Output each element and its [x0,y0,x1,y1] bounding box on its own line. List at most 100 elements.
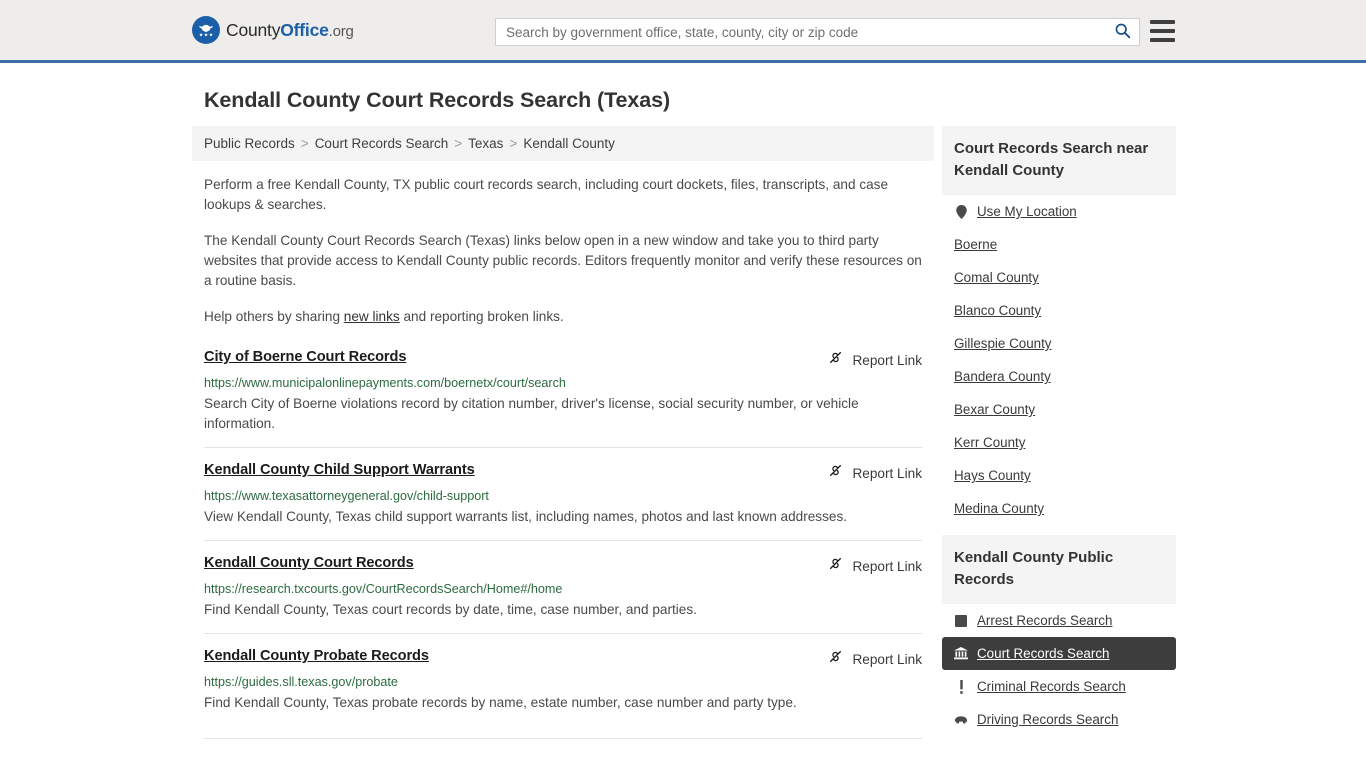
hamburger-bar [1150,38,1175,42]
result-item: Kendall County Probate Records Report Li… [204,633,922,726]
sidebar-link-label[interactable]: Use My Location [977,204,1077,219]
result-item: Kendall County Child Support Warrants Re… [204,447,922,540]
report-link-label: Report Link [852,651,922,667]
result-description: Find Kendall County, Texas probate recor… [204,695,797,710]
result-url: https://guides.sll.texas.gov/probate [204,675,398,689]
exclamation-icon [954,679,968,694]
nearby-search-box: Court Records Search near Kendall County… [942,126,1176,525]
broken-link-icon [828,350,843,370]
sidebar-link-label[interactable]: Medina County [954,501,1044,516]
result-item: City of Boerne Court Records Report Link… [204,343,922,447]
report-link-button[interactable]: Report Link [828,555,922,576]
sidebar: Court Records Search near Kendall County… [942,126,1176,746]
sidebar-link-label[interactable]: Boerne [954,237,997,252]
sidebar-item-bexar-county[interactable]: Bexar County [942,393,1176,426]
report-link-button[interactable]: Report Link [828,648,922,669]
result-url: https://research.txcourts.gov/CourtRecor… [204,582,563,596]
content-columns: Public Records > Court Records Search > … [192,126,1366,746]
sidebar-item-blanco-county[interactable]: Blanco County [942,294,1176,327]
search-icon [1114,22,1131,42]
result-title-link[interactable]: City of Boerne Court Records [204,349,406,365]
intro-text-before-link: Help others by sharing [204,309,344,324]
report-link-button[interactable]: Report Link [828,349,922,370]
intro-paragraph-1: Perform a free Kendall County, TX public… [204,177,889,212]
hamburger-bar [1150,29,1175,33]
search-input[interactable] [496,24,1105,40]
intro-paragraph-2: The Kendall County Court Records Search … [204,233,922,288]
breadcrumb-item-texas[interactable]: Texas [468,136,503,151]
result-url: https://www.texasattorneygeneral.gov/chi… [204,489,489,503]
result-description: Search City of Boerne violations record … [204,396,859,431]
result-header: Kendall County Court Records Report Link [204,555,922,576]
result-description: View Kendall County, Texas child support… [204,509,848,524]
sidebar-link-label[interactable]: Hays County [954,468,1031,483]
breadcrumb-item-kendall-county[interactable]: Kendall County [523,136,615,151]
nearby-search-list: Use My Location Boerne Comal County Blan… [942,195,1176,525]
breadcrumb: Public Records > Court Records Search > … [192,126,934,161]
sidebar-item-boerne[interactable]: Boerne [942,228,1176,261]
intro-paragraph-3: Help others by sharing new links and rep… [204,307,922,327]
result-header: Kendall County Child Support Warrants Re… [204,462,922,483]
logo-text-tld: .org [328,22,354,40]
sidebar-item-gillespie-county[interactable]: Gillespie County [942,327,1176,360]
car-icon [954,713,968,727]
sidebar-item-kerr-county[interactable]: Kerr County [942,426,1176,459]
broken-link-icon [828,463,843,483]
result-title-link[interactable]: Kendall County Court Records [204,555,414,571]
location-pin-icon [954,204,968,219]
sidebar-link-label[interactable]: Bandera County [954,369,1051,384]
search-bar[interactable] [495,18,1140,46]
courthouse-icon [954,647,968,661]
nearby-search-title: Court Records Search near Kendall County [942,126,1176,195]
sidebar-item-arrest-records-search[interactable]: Arrest Records Search [942,604,1176,637]
breadcrumb-item-public-records[interactable]: Public Records [204,136,295,151]
result-header: Kendall County Probate Records Report Li… [204,648,922,669]
result-title-link[interactable]: Kendall County Probate Records [204,648,429,664]
new-links-link[interactable]: new links [344,309,400,324]
sidebar-item-court-records-search[interactable]: Court Records Search [942,637,1176,670]
sidebar-link-label[interactable]: Criminal Records Search [977,679,1126,694]
breadcrumb-separator: > [454,136,463,151]
site-logo[interactable]: CountyOffice.org [192,16,354,44]
sidebar-item-driving-records-search[interactable]: Driving Records Search [942,703,1176,736]
result-item: Kendall County Court Records Report Link [204,540,922,633]
results-bottom-divider [204,738,922,739]
result-description: Find Kendall County, Texas court records… [204,602,697,617]
result-url: https://www.municipalonlinepayments.com/… [204,376,566,390]
sidebar-link-label[interactable]: Comal County [954,270,1039,285]
page-title: Kendall County Court Records Search (Tex… [204,88,671,112]
search-submit-button[interactable] [1105,19,1139,45]
sidebar-item-criminal-records-search[interactable]: Criminal Records Search [942,670,1176,703]
broken-link-icon [828,556,843,576]
sidebar-item-use-my-location[interactable]: Use My Location [942,195,1176,228]
hamburger-menu-icon[interactable] [1150,20,1175,42]
public-records-box: Kendall County Public Records Arrest Rec… [942,535,1176,736]
public-records-list: Arrest Records Search Court Records Sear… [942,604,1176,736]
logo-wordmark: CountyOffice.org [226,20,354,41]
sidebar-item-hays-county[interactable]: Hays County [942,459,1176,492]
sidebar-item-bandera-county[interactable]: Bandera County [942,360,1176,393]
logo-text-office: Office [280,19,329,40]
breadcrumb-item-court-records-search[interactable]: Court Records Search [315,136,449,151]
sidebar-link-label[interactable]: Arrest Records Search [977,613,1112,628]
report-link-button[interactable]: Report Link [828,462,922,483]
sidebar-link-label[interactable]: Blanco County [954,303,1041,318]
breadcrumb-separator: > [509,136,518,151]
sidebar-link-label[interactable]: Court Records Search [977,646,1109,661]
report-link-label: Report Link [852,352,922,368]
result-title-link[interactable]: Kendall County Child Support Warrants [204,462,475,478]
sidebar-item-comal-county[interactable]: Comal County [942,261,1176,294]
sidebar-link-label[interactable]: Bexar County [954,402,1035,417]
main-column: Public Records > Court Records Search > … [192,126,934,739]
report-link-label: Report Link [852,465,922,481]
sidebar-link-label[interactable]: Gillespie County [954,336,1052,351]
result-header: City of Boerne Court Records Report Link [204,349,922,370]
sidebar-link-label[interactable]: Driving Records Search [977,712,1118,727]
site-header: CountyOffice.org [0,0,1366,63]
sidebar-link-label[interactable]: Kerr County [954,435,1025,450]
intro-section: Perform a free Kendall County, TX public… [192,175,934,327]
sidebar-item-medina-county[interactable]: Medina County [942,492,1176,525]
square-badge-icon [954,614,968,628]
public-records-title: Kendall County Public Records [942,535,1176,604]
intro-text-after-link: and reporting broken links. [399,309,564,324]
